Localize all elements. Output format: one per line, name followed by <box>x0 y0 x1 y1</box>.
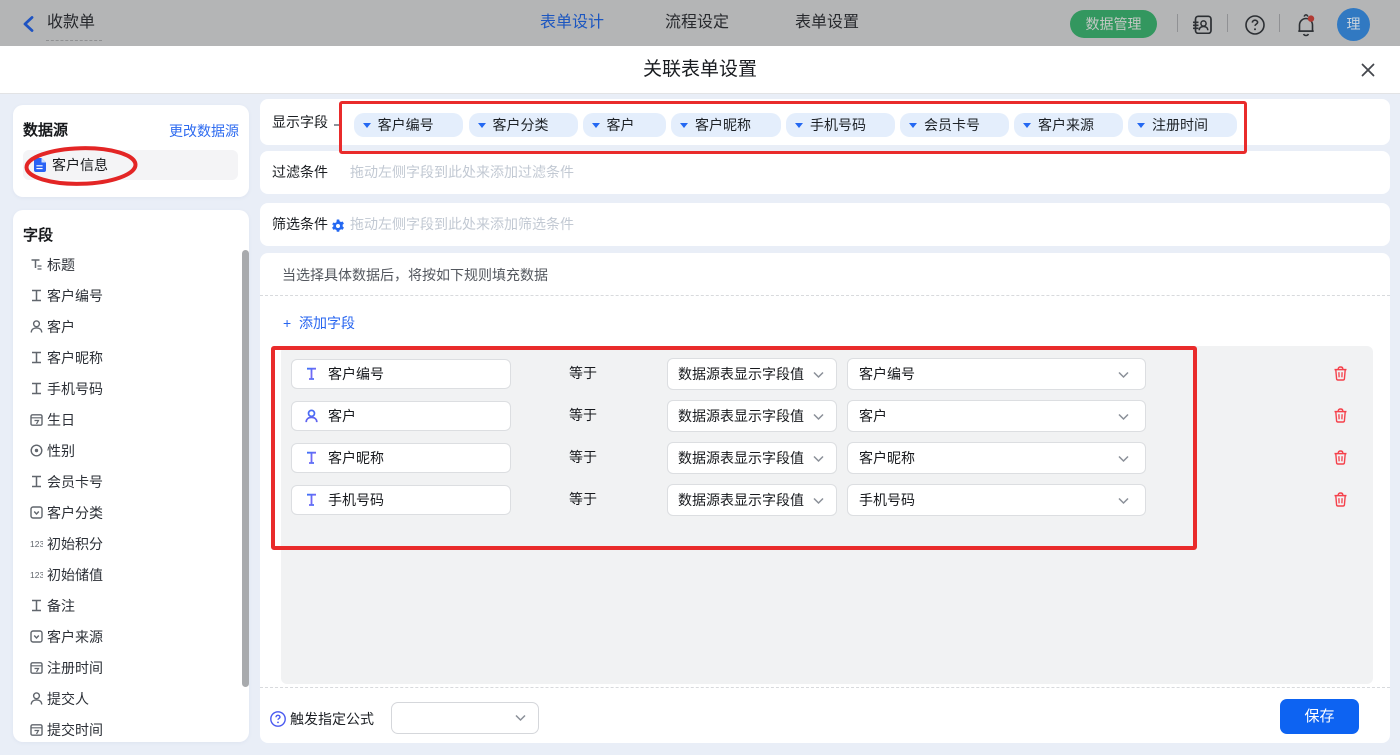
svg-text:123: 123 <box>30 539 43 549</box>
svg-text:123: 123 <box>30 570 43 580</box>
